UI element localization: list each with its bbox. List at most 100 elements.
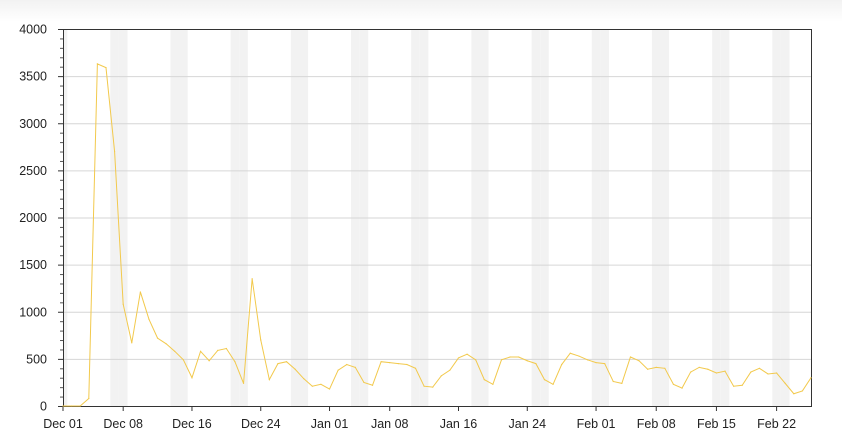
data-point	[767, 373, 769, 375]
data-point	[225, 347, 227, 350]
data-point	[793, 393, 795, 395]
data-point	[500, 359, 503, 361]
data-point	[328, 388, 331, 390]
data-point	[672, 383, 675, 385]
data-point	[217, 349, 219, 351]
data-point	[156, 337, 159, 339]
data-point	[285, 361, 288, 363]
y-tick-label: 4000	[19, 23, 47, 37]
x-tick-label: Dec 24	[241, 417, 281, 431]
data-point	[346, 363, 348, 366]
data-point	[371, 384, 374, 386]
y-tick-label: 1500	[19, 258, 47, 272]
data-point	[294, 368, 296, 370]
data-point	[526, 360, 528, 362]
data-point	[337, 369, 339, 371]
data-point	[483, 379, 485, 381]
x-tick-label: Jan 08	[371, 417, 409, 431]
data-point	[810, 377, 812, 379]
data-point	[664, 367, 666, 369]
data-point	[62, 405, 64, 407]
data-point	[389, 362, 391, 364]
data-point	[535, 362, 537, 365]
data-point	[397, 362, 399, 365]
data-point	[543, 379, 546, 381]
y-tick-label: 3000	[19, 117, 47, 131]
data-point	[380, 361, 382, 363]
y-tick-label: 500	[26, 352, 47, 366]
data-point	[681, 387, 683, 389]
data-point	[707, 368, 709, 370]
data-point	[131, 342, 133, 344]
x-tick-label: Feb 08	[637, 417, 676, 431]
y-tick-label: 3500	[19, 70, 47, 84]
data-point	[698, 366, 700, 368]
data-point	[440, 375, 442, 377]
data-point	[561, 363, 563, 366]
data-point	[776, 372, 778, 374]
data-point	[165, 343, 167, 345]
data-point	[518, 356, 520, 358]
x-axis-labels: Dec 01 Dec 08 Dec 16 Dec 24 Jan 01 Jan 08 Jan …	[43, 417, 796, 431]
data-point	[586, 359, 589, 361]
data-point	[621, 382, 623, 384]
data-point	[629, 356, 632, 358]
data-point	[79, 405, 81, 407]
data-point	[277, 362, 279, 365]
data-point	[260, 339, 262, 341]
data-point	[113, 150, 116, 153]
data-point	[715, 372, 718, 374]
data-point	[234, 361, 236, 363]
data-point	[784, 382, 786, 384]
data-point	[208, 360, 210, 362]
data-point	[242, 382, 245, 384]
data-point	[655, 366, 657, 368]
data-point	[612, 380, 614, 383]
data-point	[750, 371, 752, 373]
data-point	[148, 318, 150, 320]
x-tick-label: Dec 16	[172, 417, 212, 431]
data-point	[466, 353, 468, 355]
data-point	[406, 363, 408, 366]
data-point	[595, 362, 597, 364]
data-point	[191, 377, 193, 379]
data-point	[492, 383, 494, 385]
x-tick-label: Jan 24	[509, 417, 547, 431]
data-point	[96, 63, 98, 65]
data-point	[320, 383, 322, 385]
data-point	[552, 383, 554, 385]
data-point	[88, 397, 90, 400]
data-point	[724, 370, 726, 372]
data-point	[638, 360, 640, 362]
data-point	[432, 386, 434, 388]
x-tick-label: Dec 08	[103, 417, 143, 431]
data-point	[354, 366, 356, 368]
x-tick-label: Feb 15	[697, 417, 736, 431]
data-point	[311, 385, 313, 387]
y-tick-label: 0	[40, 400, 47, 414]
data-point	[449, 369, 451, 371]
data-point	[690, 371, 692, 373]
data-point	[741, 384, 743, 386]
data-point	[139, 291, 141, 293]
data-point	[578, 355, 580, 357]
data-point	[363, 381, 365, 384]
x-tick-label: Feb 22	[757, 417, 796, 431]
y-tick-label: 2000	[19, 211, 47, 225]
x-tick-label: Feb 01	[577, 417, 616, 431]
data-point	[647, 368, 649, 370]
data-point	[199, 350, 202, 352]
y-tick-label: 1000	[19, 305, 47, 319]
x-tick-label: Jan 01	[311, 417, 349, 431]
data-point	[423, 385, 425, 387]
data-point	[509, 356, 511, 358]
data-point	[268, 379, 270, 381]
x-tick-label: Jan 16	[440, 417, 478, 431]
data-point	[70, 405, 73, 407]
data-point	[475, 359, 477, 361]
data-point	[604, 362, 606, 365]
line-chart: 05001000150020002500300035004000 Dec 01 D…	[19, 23, 812, 431]
data-point	[457, 357, 460, 359]
data-point	[251, 278, 253, 280]
data-point	[414, 367, 417, 369]
